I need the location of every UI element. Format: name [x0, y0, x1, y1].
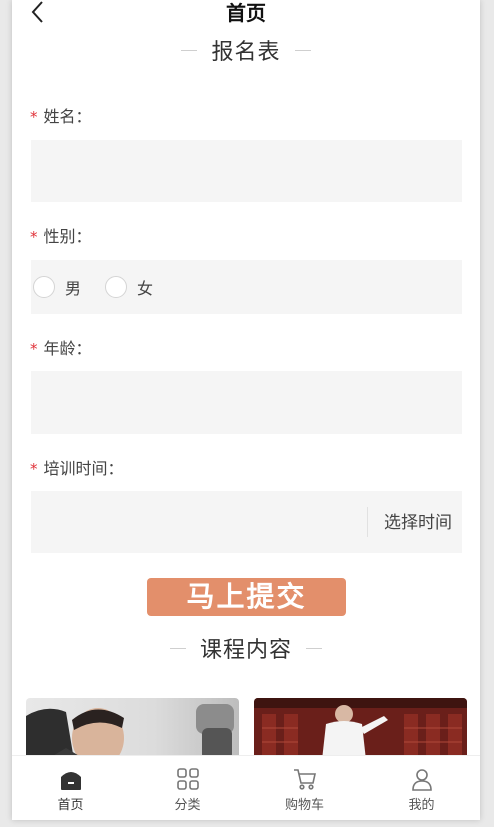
radio-circle[interactable]	[105, 276, 128, 298]
gender-field: 男 女	[31, 260, 462, 314]
age-label: * 年龄：	[30, 335, 92, 359]
submit-button[interactable]: 马上提交	[147, 578, 346, 616]
nav-item-cart[interactable]: 购物车	[246, 756, 363, 820]
top-bar: 首页	[12, 0, 480, 28]
required-mark: *	[30, 340, 38, 358]
required-mark: *	[30, 460, 38, 478]
nav-label-profile: 我的	[408, 798, 435, 813]
age-input[interactable]	[31, 371, 462, 434]
form-section-title: 报名表	[211, 40, 281, 65]
gender-radio-female[interactable]: 女	[105, 275, 153, 299]
divider	[294, 49, 311, 51]
user-icon	[363, 765, 480, 793]
nav-item-home[interactable]: 首页	[12, 756, 129, 820]
course-image-boxing	[26, 698, 239, 760]
page-title: 首页	[226, 1, 266, 25]
age-label-text: 年龄：	[43, 339, 92, 358]
form-section-heading: 报名表	[12, 34, 480, 66]
course-card-2[interactable]	[254, 698, 467, 760]
select-time-button[interactable]: 选择时间	[384, 508, 452, 533]
divider	[181, 49, 198, 51]
nav-label-home: 首页	[57, 798, 84, 813]
gender-label-text: 性别：	[43, 227, 92, 246]
cart-icon	[246, 765, 363, 793]
required-mark: *	[30, 108, 38, 126]
name-input[interactable]	[31, 140, 462, 202]
gender-option-female: 女	[137, 279, 154, 298]
training-time-label: * 培训时间：	[30, 455, 124, 479]
divider	[306, 647, 322, 649]
training-time-label-text: 培训时间：	[43, 459, 124, 478]
divider	[169, 647, 186, 649]
radio-circle[interactable]	[33, 276, 55, 298]
course-card-1[interactable]	[26, 698, 239, 760]
training-time-field: 选择时间	[31, 491, 462, 553]
nav-label-cart: 购物车	[284, 798, 324, 813]
divider	[367, 507, 368, 537]
gender-label: * 性别：	[30, 223, 92, 247]
nav-item-category[interactable]: 分类	[129, 756, 246, 820]
courses-section-title: 课程内容	[199, 638, 292, 663]
bottom-nav: 首页 分类 购物车 我的	[12, 755, 480, 820]
required-mark: *	[30, 228, 38, 246]
home-icon	[12, 765, 129, 793]
phone-screen: 首页 报名表 * 姓名： * 性别： 男 女 * 年龄： * 培训时间： 选择时…	[12, 0, 480, 820]
courses-section-heading: 课程内容	[12, 632, 480, 664]
name-label-text: 姓名：	[43, 107, 92, 126]
gender-radio-male[interactable]: 男	[33, 275, 81, 299]
grid-icon	[129, 765, 246, 793]
nav-item-profile[interactable]: 我的	[363, 756, 480, 820]
nav-label-category: 分类	[174, 798, 201, 813]
course-image-taichi	[254, 698, 467, 760]
gender-option-male: 男	[65, 279, 82, 298]
name-label: * 姓名：	[30, 103, 92, 127]
